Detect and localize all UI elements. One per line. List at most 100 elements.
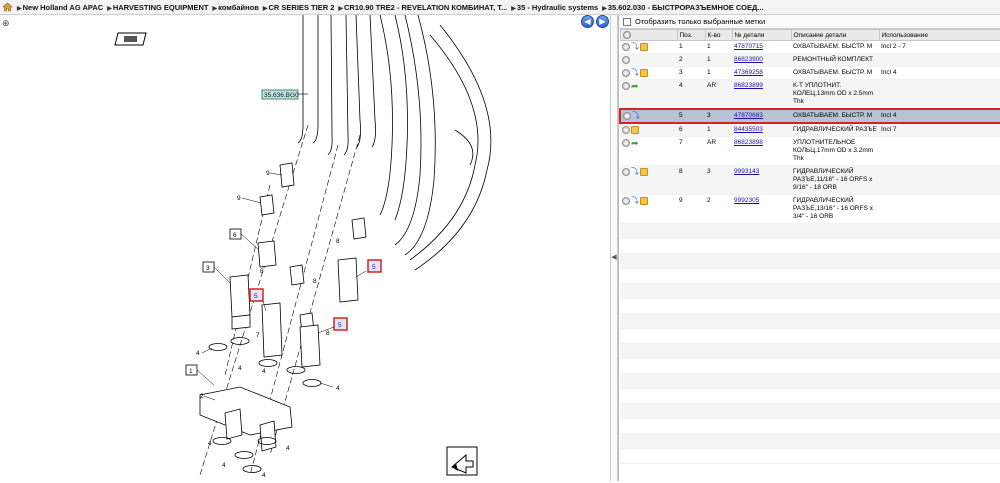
cell-pos: 1 (677, 40, 705, 54)
cell-description: К-Т УПЛОТНИТ. КОЛЕЦ,13mm OD x 2.5mm Thk (791, 79, 879, 110)
breadcrumb-item[interactable]: ▶HARVESTING EQUIPMENT (107, 3, 208, 12)
info-icon (622, 31, 631, 39)
empty-row (620, 343, 1000, 359)
svg-text:9: 9 (237, 195, 241, 202)
cell-qty: 1 (705, 53, 732, 67)
show-selected-label: Отобразить только выбранные метки (635, 17, 766, 26)
replacement-icon[interactable]: ⤵ (631, 197, 639, 205)
svg-text:9: 9 (266, 170, 270, 177)
cell-usage (879, 79, 1000, 110)
cell-part-number[interactable]: 47870683 (732, 108, 791, 124)
breadcrumb-item[interactable]: ▶CR10.90 TRE2 - REVELATION КОМБИНАТ, Т..… (338, 3, 507, 12)
table-row[interactable]: ⤵ 9 2 9992305 ГИДРАВЛИЧЕСКИЙ РАЗЪЕ,13/16" - … (620, 194, 1000, 224)
part-number-link[interactable]: 86823899 (734, 82, 763, 89)
cell-usage (879, 136, 1000, 166)
breadcrumb-item[interactable]: ▶New Holland AG APAC (17, 3, 103, 12)
row-icons: ⤵ (620, 66, 677, 80)
print-icon[interactable] (114, 32, 147, 46)
info-icon[interactable] (623, 112, 631, 120)
breadcrumb-item[interactable]: ▶35 - Hydraulic systems (511, 3, 598, 12)
navigate-up-icon[interactable] (446, 446, 478, 476)
header-description[interactable]: Описание детали (790, 29, 880, 41)
cell-usage (879, 53, 1000, 67)
part-number-link[interactable]: 86823900 (734, 56, 763, 63)
breadcrumb: ▶New Holland AG APAC ▶HARVESTING EQUIPME… (0, 0, 1000, 15)
table-row[interactable]: 6 1 84435503 ГИДРАВЛИЧЕСКИЙ РАЗЪЕ Incl 7 (620, 123, 1000, 137)
next-diagram-button[interactable]: ▶ (596, 15, 609, 28)
breadcrumb-item[interactable]: ▶комбайнов (213, 3, 259, 12)
package-icon[interactable] (640, 43, 648, 51)
replacement-icon[interactable]: ⤵ (632, 112, 640, 120)
show-selected-checkbox[interactable] (623, 17, 631, 26)
header-part-number[interactable]: № детали (731, 29, 792, 41)
part-number-link[interactable]: 84435503 (734, 126, 763, 133)
replacement-icon[interactable]: ⤵ (631, 43, 639, 51)
cell-part-number[interactable]: 86823900 (732, 53, 791, 67)
table-row[interactable]: ➦ 4 AR 86823899 К-Т УПЛОТНИТ. КОЛЕЦ,13mm OD … (620, 79, 1000, 110)
header-pos[interactable]: Поз. (676, 29, 706, 41)
header-qty[interactable]: К-во (704, 29, 733, 41)
cell-part-number[interactable]: 47369258 (732, 66, 791, 80)
cell-part-number[interactable]: 86823899 (732, 79, 791, 110)
table-row[interactable]: ⤵ 5 3 47870683 ОХВАТЫВАЕМ. БЫСТР. М Incl 4 (619, 108, 1000, 124)
kit-arrow-icon[interactable]: ➦ (631, 82, 639, 91)
part-number-link[interactable]: 47870683 (734, 112, 763, 119)
cell-part-number[interactable]: 9993143 (732, 165, 791, 195)
filter-bar: Отобразить только выбранные метки (619, 15, 1000, 29)
replacement-icon[interactable]: ⤵ (631, 168, 639, 176)
table-row[interactable]: ⤵ 8 3 9993143 ГИДРАВЛИЧЕСКИЙ РАЗЪЕ,11/16" - … (620, 165, 1000, 195)
kit-arrow-icon[interactable]: ➦ (631, 139, 639, 148)
info-icon[interactable] (622, 43, 630, 51)
info-icon[interactable] (622, 197, 630, 205)
empty-row (620, 283, 1000, 299)
table-row[interactable]: ⤵ 1 1 47870715 ОХВАТЫВАЕМ. БЫСТР. М Incl 2 - … (620, 40, 1000, 54)
cell-part-number[interactable]: 86823898 (732, 136, 791, 166)
package-icon[interactable] (640, 168, 648, 176)
svg-text:4: 4 (208, 440, 212, 447)
cell-usage: Incl 4 (879, 66, 1000, 80)
header-usage[interactable]: Использование (878, 29, 1000, 41)
info-icon[interactable] (622, 56, 630, 64)
info-icon[interactable] (622, 69, 630, 77)
part-number-link[interactable]: 86823898 (734, 139, 763, 146)
package-icon[interactable] (640, 197, 648, 205)
part-number-link[interactable]: 47870715 (734, 43, 763, 50)
empty-row (620, 373, 1000, 389)
empty-row (620, 358, 1000, 374)
part-number-link[interactable]: 9992305 (734, 197, 759, 204)
cell-description: ГИДРАВЛИЧЕСКИЙ РАЗЪЕ,11/16" - 16 ORFS x … (791, 165, 879, 195)
cell-qty: AR (705, 136, 732, 166)
info-icon[interactable] (622, 126, 630, 134)
table-row[interactable]: ⤵ 3 1 47369258 ОХВАТЫВАЕМ. БЫСТР. М Incl 4 (620, 66, 1000, 80)
empty-row (620, 253, 1000, 269)
package-icon[interactable] (631, 126, 639, 134)
svg-text:6: 6 (233, 232, 237, 239)
prev-diagram-button[interactable]: ◀ (581, 15, 594, 28)
boxed-callouts[interactable]: 6 3 1 5 5 5 (185, 228, 382, 376)
ref-label[interactable]: 35.636.BG0 (264, 92, 299, 99)
breadcrumb-item[interactable]: ▶35.602.030 - БЫСТРОРАЗЪЕМНОЕ СОЕД... (602, 3, 763, 12)
parts-list-pane: Отобразить только выбранные метки Поз. К… (618, 15, 1000, 481)
part-number-link[interactable]: 47369258 (734, 69, 763, 76)
cell-part-number[interactable]: 47870715 (732, 40, 791, 54)
info-icon[interactable] (622, 168, 630, 176)
info-icon[interactable] (622, 82, 630, 90)
empty-row (620, 418, 1000, 434)
header-select-all[interactable] (619, 29, 678, 41)
home-icon[interactable] (2, 2, 13, 12)
replacement-icon[interactable]: ⤵ (631, 69, 639, 77)
svg-text:5: 5 (254, 293, 258, 300)
cell-qty: AR (705, 79, 732, 110)
info-icon[interactable] (622, 139, 630, 147)
table-row[interactable]: 2 1 86823900 РЕМОНТНЫЙ КОМПЛЕКТ (620, 53, 1000, 67)
cell-part-number[interactable]: 9992305 (732, 194, 791, 224)
collapse-left-icon[interactable]: ◀ (611, 253, 617, 265)
part-number-link[interactable]: 9993143 (734, 168, 759, 175)
table-row[interactable]: ➦ 7 AR 86823898 УПЛОТНИТЕЛЬНОЕ КОЛЬЦ,17mm OD… (620, 136, 1000, 166)
pane-splitter[interactable]: ◀ (610, 15, 618, 481)
pin-icon[interactable]: ⊕ (2, 18, 10, 29)
package-icon[interactable] (640, 69, 648, 77)
cell-qty: 3 (705, 165, 732, 195)
cell-part-number[interactable]: 84435503 (732, 123, 791, 137)
breadcrumb-item[interactable]: ▶CR SERIES TIER 2 (263, 3, 334, 12)
